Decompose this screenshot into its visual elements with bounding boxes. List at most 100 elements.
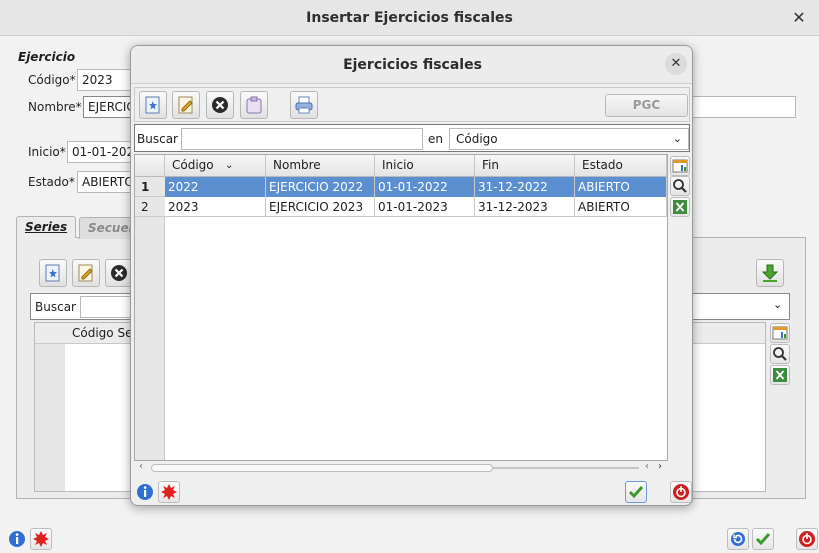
- chevron-down-icon: ⌄: [672, 132, 682, 145]
- dialog-info-button[interactable]: [136, 483, 154, 504]
- scrollbar-track: [493, 467, 639, 469]
- scrollbar-thumb[interactable]: [151, 464, 493, 472]
- main-refresh-button[interactable]: [727, 528, 749, 550]
- dialog-en-label: en: [428, 132, 443, 146]
- cell-nombre: EJERCICIO 2023: [266, 197, 375, 217]
- main-bug-button[interactable]: [30, 528, 52, 550]
- cell-estado: ABIERTO: [575, 197, 667, 217]
- print-icon: [295, 96, 313, 114]
- column-header-estado[interactable]: Estado: [575, 155, 667, 177]
- series-column-header-codigo[interactable]: Código Se: [72, 326, 132, 340]
- dialog-copy-button[interactable]: [240, 91, 268, 119]
- dialog-search-button[interactable]: [670, 176, 690, 196]
- series-edit-button[interactable]: [72, 259, 100, 287]
- tab-series[interactable]: Series: [16, 216, 77, 238]
- delete-record-icon: [212, 97, 228, 113]
- main-accept-button[interactable]: [752, 528, 774, 550]
- dialog-search-field-value: Código: [456, 132, 498, 146]
- bug-icon: [33, 531, 49, 547]
- dialog-excel-button[interactable]: [670, 197, 690, 217]
- excel-icon: [673, 200, 687, 214]
- series-rownum-column: [35, 344, 65, 491]
- scroll-right-icon[interactable]: ›: [658, 461, 662, 472]
- dialog-close-icon[interactable]: ✕: [665, 53, 687, 75]
- accept-icon: [628, 486, 644, 499]
- cell-codigo: 2023: [165, 197, 266, 217]
- scroll-left-icon[interactable]: ‹: [139, 461, 143, 472]
- cell-inicio: 01-01-2022: [375, 177, 475, 197]
- cell-estado: ABIERTO: [575, 177, 667, 197]
- series-columns-button[interactable]: [770, 323, 790, 343]
- bug-icon: [161, 484, 177, 500]
- columns-icon: [672, 159, 688, 173]
- info-icon: [9, 531, 25, 547]
- dialog-search-field-select[interactable]: Código ⌄: [449, 128, 689, 150]
- search-icon: [773, 347, 787, 361]
- series-search-button[interactable]: [770, 344, 790, 364]
- edit-record-icon: [178, 96, 193, 114]
- edit-record-icon: [78, 264, 93, 282]
- cell-fin: 31-12-2023: [475, 197, 575, 217]
- main-info-button[interactable]: [8, 530, 26, 551]
- dialog-bug-button[interactable]: [158, 481, 180, 503]
- scroll-left-small-icon[interactable]: ‹: [645, 461, 649, 472]
- column-header-nombre[interactable]: Nombre: [266, 155, 375, 177]
- dialog-accept-button[interactable]: [625, 481, 647, 503]
- column-header-fin[interactable]: Fin: [475, 155, 575, 177]
- series-new-button[interactable]: [39, 259, 67, 287]
- column-header-inicio[interactable]: Inicio: [375, 155, 475, 177]
- ejercicios-dialog: Ejercicios fiscales ✕ PGC Buscar en Códi…: [130, 45, 693, 506]
- dialog-buscar-label: Buscar: [137, 132, 178, 146]
- dialog-title: Ejercicios fiscales: [343, 57, 482, 73]
- series-buscar-label: Buscar: [35, 300, 76, 314]
- main-window-title: Insertar Ejercicios fiscales: [306, 10, 513, 26]
- dialog-print-button[interactable]: [290, 91, 318, 119]
- accept-icon: [755, 533, 771, 546]
- ejercicio-section-label: Ejercicio: [18, 50, 76, 64]
- dialog-cancel-button[interactable]: [670, 481, 692, 503]
- cancel-icon: [673, 484, 689, 500]
- series-chevron-down-icon[interactable]: ⌄: [773, 298, 782, 311]
- pgc-button[interactable]: PGC: [605, 94, 688, 117]
- copy-record-icon: [246, 96, 262, 114]
- cancel-icon: [799, 531, 815, 547]
- columns-icon: [772, 326, 788, 340]
- row-number: 1: [135, 177, 165, 197]
- dialog-delete-button[interactable]: [206, 91, 234, 119]
- table-row[interactable]: 2023 EJERCICIO 2023 01-01-2023 31-12-202…: [165, 197, 667, 217]
- main-cancel-button[interactable]: [796, 528, 818, 550]
- series-download-button[interactable]: [756, 259, 784, 287]
- table-row[interactable]: 2022 EJERCICIO 2022 01-01-2022 31-12-202…: [165, 177, 667, 197]
- estado-field[interactable]: ABIERTO: [77, 171, 137, 193]
- codigo-field[interactable]: 2023: [77, 69, 137, 91]
- series-delete-button[interactable]: [105, 259, 133, 287]
- tab-series-label: Series: [25, 220, 68, 234]
- estado-label: Estado*: [28, 175, 75, 189]
- main-close-icon[interactable]: ✕: [789, 8, 809, 28]
- dialog-new-button[interactable]: [139, 91, 167, 119]
- info-icon: [137, 484, 153, 500]
- dialog-search-input[interactable]: [181, 128, 423, 150]
- excel-icon: [773, 368, 787, 382]
- dialog-edit-button[interactable]: [172, 91, 200, 119]
- codigo-label: Código*: [28, 73, 76, 87]
- column-header-codigo-label: Código: [172, 158, 214, 172]
- cell-inicio: 01-01-2023: [375, 197, 475, 217]
- new-record-icon: [145, 96, 160, 114]
- new-record-icon: [45, 264, 60, 282]
- delete-record-icon: [111, 265, 127, 281]
- grid-corner: [135, 155, 165, 177]
- dialog-columns-button[interactable]: [670, 156, 690, 176]
- row-number: 2: [135, 197, 165, 217]
- cell-fin: 31-12-2022: [475, 177, 575, 197]
- horizontal-scrollbar[interactable]: ‹ ‹ ›: [135, 461, 667, 475]
- nombre-field-extension[interactable]: [690, 96, 796, 118]
- search-icon: [673, 179, 687, 193]
- nombre-label: Nombre*: [28, 100, 82, 114]
- series-excel-button[interactable]: [770, 365, 790, 385]
- inicio-label: Inicio*: [28, 145, 66, 159]
- refresh-icon: [731, 532, 745, 546]
- column-header-codigo[interactable]: Código ⌄: [165, 155, 266, 177]
- cell-codigo: 2022: [165, 177, 266, 197]
- inicio-field[interactable]: 01-01-2023: [67, 141, 137, 163]
